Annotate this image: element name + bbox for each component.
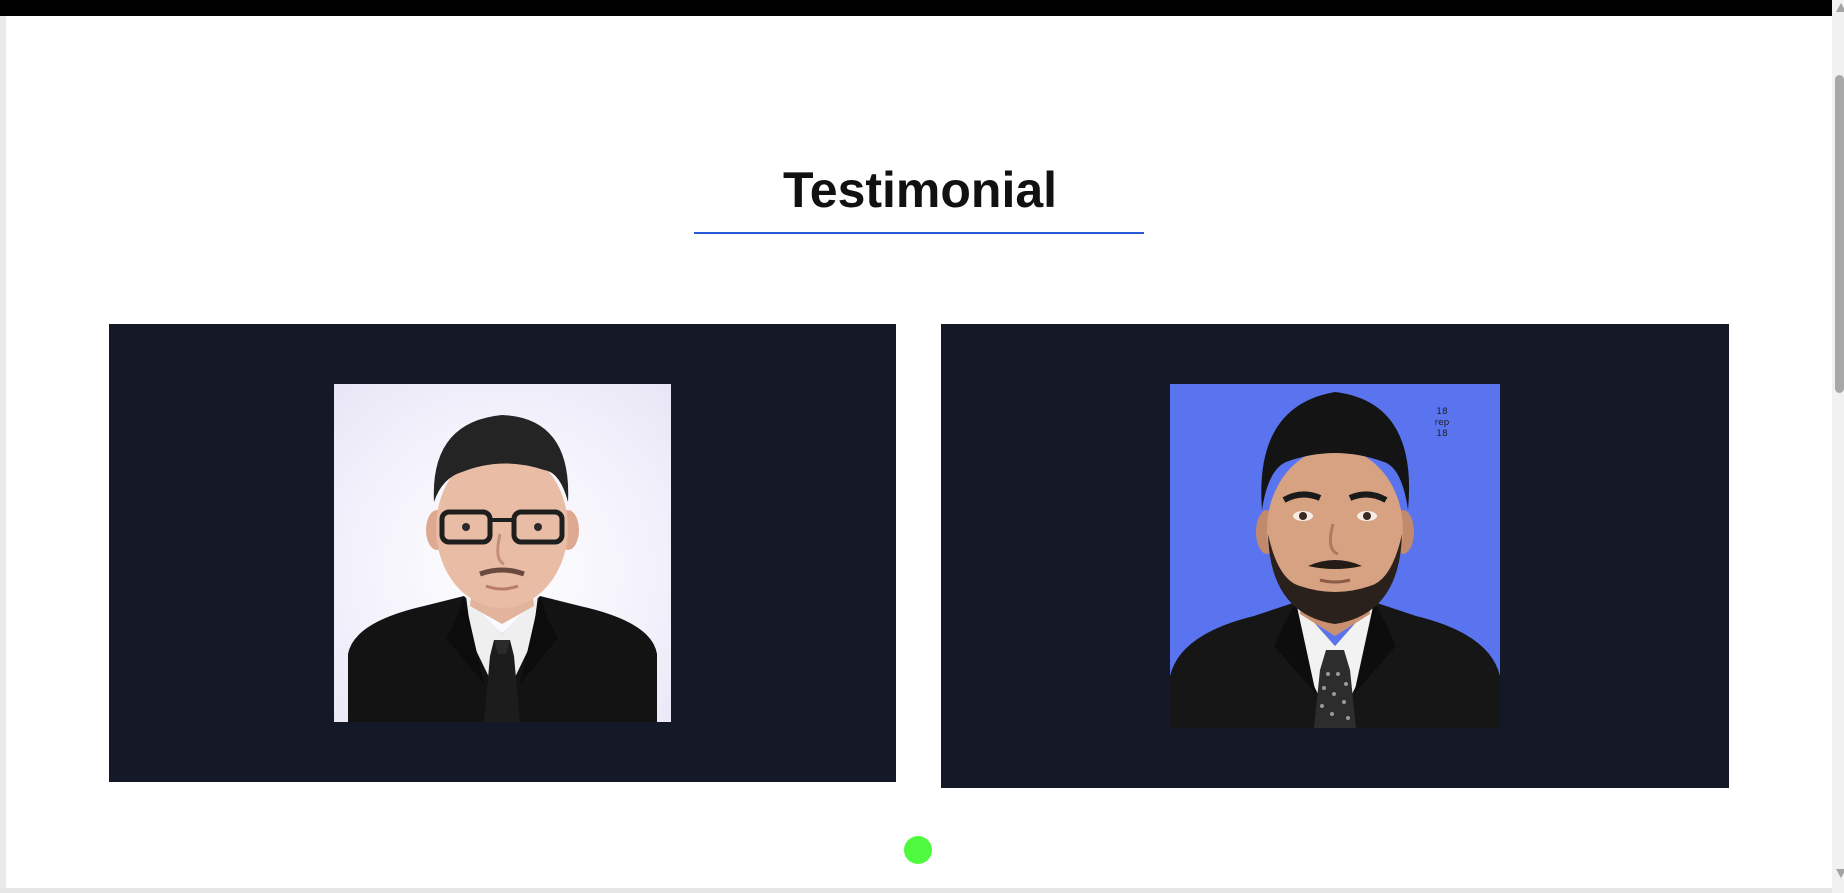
- vertical-scrollbar-thumb[interactable]: [1835, 75, 1844, 393]
- bottom-window-edge: [0, 888, 1844, 893]
- corner-mark-line-2: rep: [1435, 418, 1450, 428]
- testimonial-photo-2: 18 rep 18: [1170, 384, 1500, 728]
- scroll-down-arrow-icon[interactable]: [1836, 869, 1844, 878]
- scroll-up-arrow-icon[interactable]: [1836, 3, 1844, 12]
- page-viewport: Testimonial 18 rep 18: [0, 0, 1844, 893]
- carousel-dot-1[interactable]: [904, 836, 932, 864]
- top-black-bar: [0, 0, 1844, 16]
- left-window-edge: [0, 16, 6, 893]
- portrait-illustration-1: [348, 415, 657, 722]
- section-title: Testimonial: [782, 162, 1058, 218]
- corner-mark-line-1: 18: [1436, 407, 1448, 417]
- title-underline: [694, 232, 1144, 234]
- testimonial-photo-1: [334, 384, 671, 722]
- corner-mark-line-3: 18: [1436, 429, 1448, 439]
- portrait-illustration-2: 18 rep 18: [1170, 392, 1500, 728]
